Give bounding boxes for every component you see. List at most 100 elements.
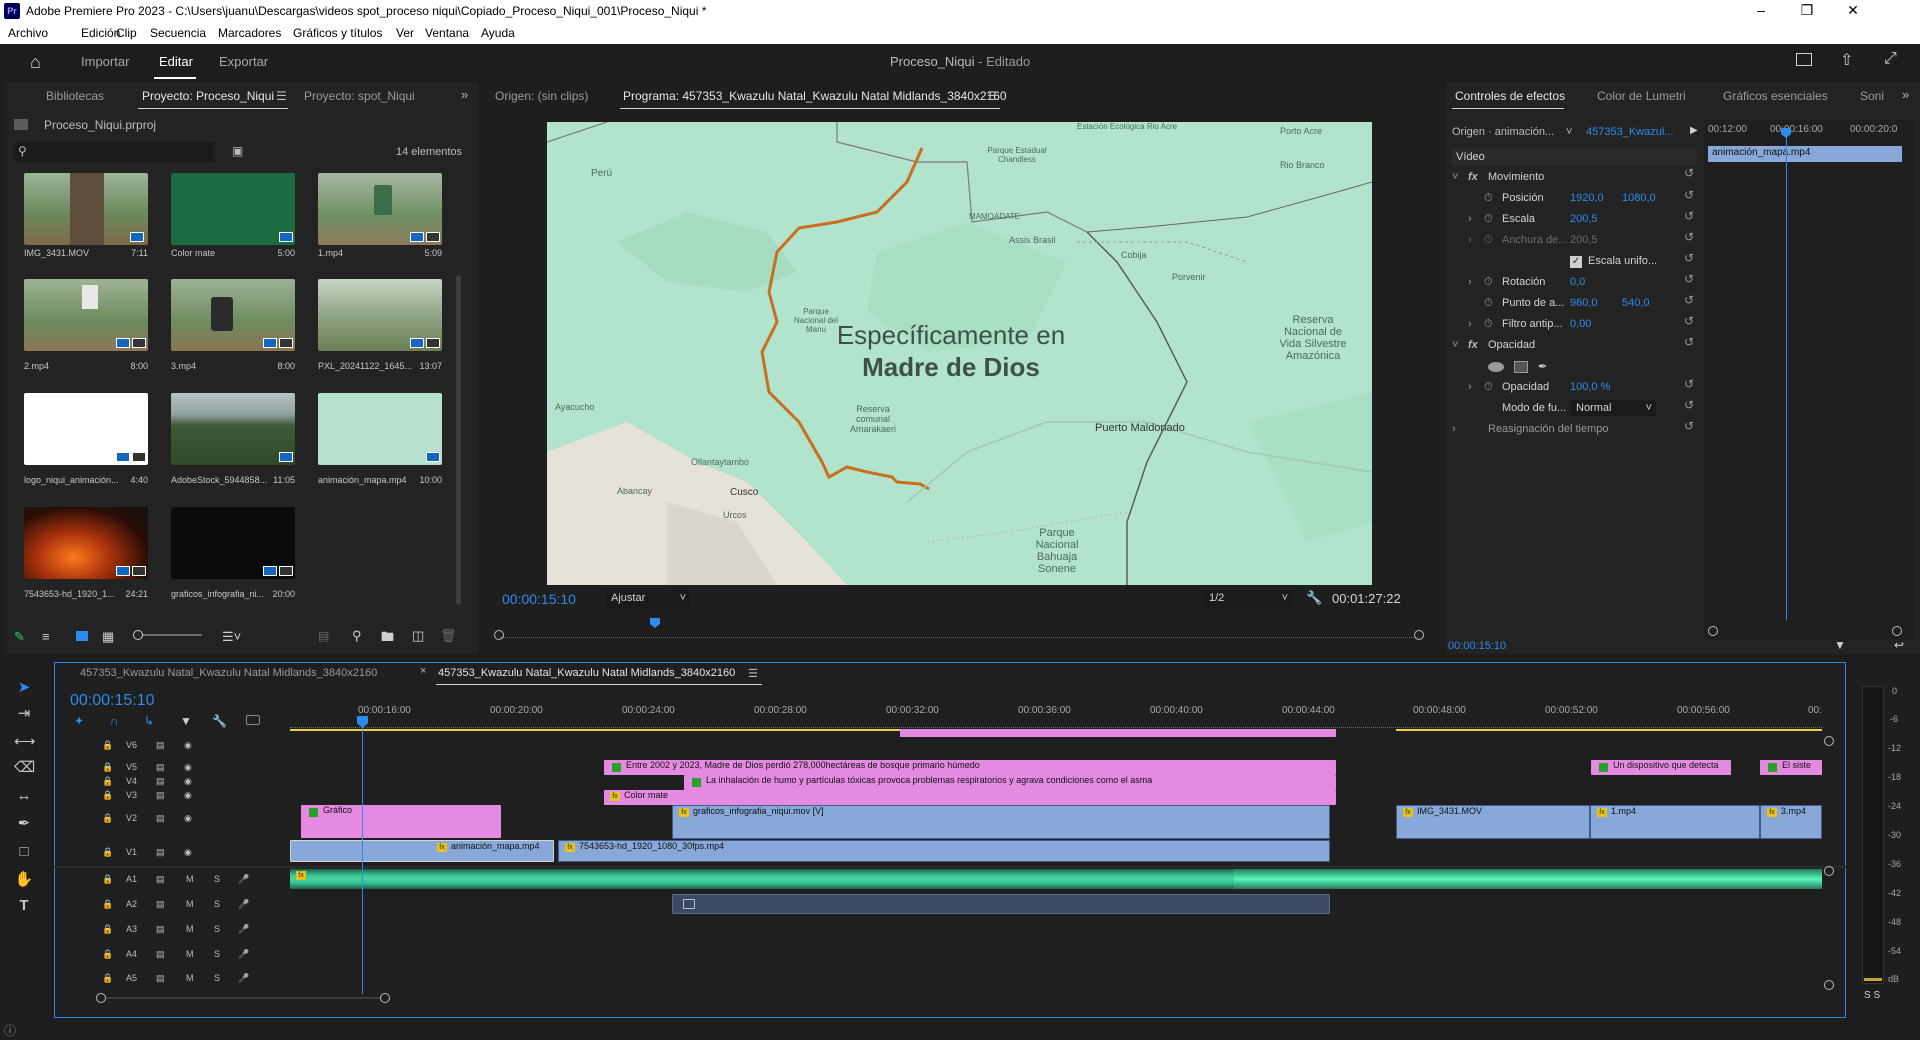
- project-scrollbar[interactable]: [456, 275, 461, 605]
- type-tool-icon[interactable]: T: [14, 896, 34, 916]
- timeline-tab-active[interactable]: 457353_Kwazulu Natal_Kwazulu Natal Midla…: [438, 667, 735, 679]
- sort-icon[interactable]: ☰˅: [222, 629, 241, 645]
- close-tab-icon[interactable]: ×: [420, 665, 426, 677]
- lock-icon[interactable]: 🔒: [102, 899, 113, 910]
- tab-proyecto-spot[interactable]: Proyecto: spot_Niqui: [304, 89, 415, 103]
- rotation-value[interactable]: 0,0: [1570, 276, 1585, 288]
- sync-lock-icon[interactable]: ▤: [156, 973, 165, 984]
- workspace-layout-icon[interactable]: [1796, 53, 1812, 66]
- timeline-timecode[interactable]: 00:00:15:10: [70, 692, 155, 710]
- tab-editar[interactable]: Editar: [159, 54, 193, 69]
- minimize-icon[interactable]: –: [1738, 2, 1784, 18]
- tab-proyecto-proceso[interactable]: Proyecto: Proceso_Niqui: [142, 89, 274, 103]
- mic-icon[interactable]: 🎤: [238, 949, 249, 960]
- mute-button[interactable]: M: [186, 973, 194, 983]
- stopwatch-icon[interactable]: ⏱: [1484, 381, 1493, 394]
- program-current-timecode[interactable]: 00:00:15:10: [502, 591, 576, 607]
- reset-icon[interactable]: ↺: [1684, 209, 1694, 223]
- reset-icon[interactable]: ↺: [1684, 272, 1694, 286]
- lock-icon[interactable]: 🔒: [102, 924, 113, 935]
- more-tabs-icon[interactable]: »: [1902, 87, 1909, 102]
- selection-tool-icon[interactable]: ➤: [14, 678, 34, 698]
- ec-mini-clip[interactable]: animación_mapa.mp4: [1708, 146, 1902, 162]
- mic-icon[interactable]: 🎤: [238, 874, 249, 885]
- tab-source[interactable]: Origen: (sin clips): [495, 89, 588, 103]
- filter-icon[interactable]: ▼: [1834, 638, 1846, 652]
- project-item-thumbnail[interactable]: [24, 173, 148, 245]
- reset-icon[interactable]: ↺: [1684, 293, 1694, 307]
- timeline-clip[interactable]: fx IMG_3431.MOV: [1396, 805, 1590, 839]
- mute-button[interactable]: M: [186, 949, 194, 959]
- menu-ventana[interactable]: Ventana: [425, 26, 469, 40]
- zoom-slider[interactable]: [134, 634, 202, 636]
- reset-icon[interactable]: ↺: [1684, 166, 1694, 180]
- time-remap-row[interactable]: › Reasignación del tiempo: [1446, 420, 1696, 440]
- timeline-clip[interactable]: [900, 731, 1336, 737]
- panel-menu-icon[interactable]: ☰: [276, 89, 287, 103]
- fullscreen-icon[interactable]: ⤢: [1884, 50, 1897, 68]
- mic-icon[interactable]: 🎤: [238, 924, 249, 935]
- menu-ver[interactable]: Ver: [396, 26, 414, 40]
- track-select-tool-icon[interactable]: ⇥: [14, 704, 34, 724]
- zoom-scroll-handle[interactable]: [380, 993, 390, 1003]
- tab-bibliotecas[interactable]: Bibliotecas: [46, 89, 104, 103]
- scrub-start-handle[interactable]: [494, 630, 504, 640]
- tab-importar[interactable]: Importar: [81, 54, 129, 69]
- tab-essential-graphics[interactable]: Gráficos esenciales: [1723, 89, 1828, 103]
- fit-select[interactable]: Ajustar ˅: [606, 590, 690, 608]
- eye-icon[interactable]: ◉: [184, 847, 192, 858]
- timeline-clip[interactable]: fx graficos_infografia_niqui.mov [V]: [672, 805, 1330, 839]
- program-video-frame[interactable]: Perú Porto Acre Rio Branco Cobija Porven…: [547, 122, 1372, 585]
- pen-mask-icon[interactable]: ✒: [1538, 360, 1547, 373]
- icon-view-icon[interactable]: [76, 631, 88, 641]
- new-bin-from-search-icon[interactable]: ▣: [232, 144, 243, 158]
- pencil-icon[interactable]: ✎: [14, 629, 25, 645]
- reset-icon[interactable]: ↺: [1684, 419, 1694, 433]
- wrench-icon[interactable]: 🔧: [1306, 590, 1322, 606]
- reset-icon[interactable]: ↺: [1684, 377, 1694, 391]
- rectangle-mask-icon[interactable]: [1514, 361, 1528, 373]
- timeline-clip[interactable]: fx Color mate: [604, 790, 1336, 805]
- eye-icon[interactable]: ◉: [184, 762, 192, 773]
- eye-icon[interactable]: ◉: [184, 740, 192, 751]
- lock-icon[interactable]: 🔒: [102, 847, 113, 858]
- stopwatch-icon[interactable]: ⏱: [1484, 318, 1493, 331]
- play-clip-icon[interactable]: ▶: [1690, 125, 1698, 136]
- position-y-value[interactable]: 1080,0: [1622, 192, 1656, 204]
- opacity-effect-row[interactable]: ˅ fx Opacidad: [1446, 336, 1696, 356]
- project-item-thumbnail[interactable]: [171, 393, 295, 465]
- tab-effect-controls[interactable]: Controles de efectos: [1455, 89, 1565, 103]
- blend-mode-select[interactable]: Normal ˅: [1570, 400, 1656, 416]
- scale-value[interactable]: 200,5: [1570, 213, 1598, 225]
- sync-lock-icon[interactable]: ▤: [156, 740, 165, 751]
- timeline-clip[interactable]: La inhalación de humo y partículas tóxic…: [684, 775, 1336, 790]
- scrub-end-handle[interactable]: [1414, 630, 1424, 640]
- nest-toggle-icon[interactable]: ✦: [74, 714, 84, 728]
- stopwatch-icon[interactable]: ⏱: [1484, 192, 1493, 205]
- eye-icon[interactable]: ◉: [184, 813, 192, 824]
- lock-icon[interactable]: 🔒: [102, 874, 113, 885]
- audio-scroll-handle[interactable]: [1824, 866, 1834, 876]
- captions-icon[interactable]: [246, 715, 260, 725]
- mic-icon[interactable]: 🎤: [238, 973, 249, 984]
- ec-sequence-link[interactable]: 457353_Kwazul...: [1586, 126, 1673, 138]
- restore-icon[interactable]: ❐: [1784, 2, 1830, 19]
- mute-button[interactable]: M: [186, 874, 194, 884]
- sync-lock-icon[interactable]: ▤: [156, 847, 165, 858]
- reset-icon[interactable]: ↺: [1684, 314, 1694, 328]
- project-item-thumbnail[interactable]: [171, 507, 295, 579]
- tab-lumetri[interactable]: Color de Lumetri: [1597, 89, 1686, 103]
- stopwatch-icon[interactable]: ⏱: [1484, 297, 1493, 310]
- audio-scroll-handle[interactable]: [1824, 980, 1834, 990]
- new-item-icon[interactable]: ◫: [412, 628, 424, 644]
- timeline-playhead[interactable]: [362, 718, 363, 994]
- timeline-clip[interactable]: fx 3.mp4: [1760, 805, 1822, 839]
- timeline-clip[interactable]: El siste: [1760, 760, 1822, 775]
- ec-timecode[interactable]: 00:00:15:10: [1448, 640, 1506, 652]
- list-view-icon[interactable]: ≡: [42, 629, 50, 644]
- tab-program[interactable]: Programa: 457353_Kwazulu Natal_Kwazulu N…: [623, 89, 1007, 103]
- project-item-thumbnail[interactable]: [24, 393, 148, 465]
- tab-sound[interactable]: Soni: [1860, 89, 1884, 103]
- share-icon[interactable]: ⇧: [1840, 50, 1853, 70]
- sync-lock-icon[interactable]: ▤: [156, 813, 165, 824]
